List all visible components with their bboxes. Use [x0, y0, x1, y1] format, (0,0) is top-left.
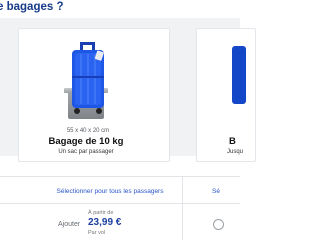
divider-second — [0, 203, 240, 204]
price-prefix: À partir de — [88, 210, 114, 216]
divider — [0, 176, 240, 177]
price-unit: Par vol — [88, 230, 106, 236]
select-radio[interactable] — [213, 219, 224, 230]
price: 23,99 € — [88, 217, 122, 228]
select-all-passengers-link[interactable]: Sélectionner pour tous les passagers — [40, 187, 180, 197]
baggage-subtitle-second: Jusqu — [227, 149, 244, 155]
baggage-title-second: B — [229, 136, 236, 147]
baggage-title: Bagage de 10 kg — [48, 136, 124, 147]
large-baggage-icon — [232, 46, 246, 104]
vertical-divider — [182, 177, 183, 240]
baggage-dimensions: 55 x 40 x 20 cm — [66, 128, 110, 134]
suitcase-icon — [70, 40, 106, 116]
baggage-subtitle: Un sac par passager — [58, 149, 114, 155]
add-button[interactable]: Ajouter — [58, 220, 82, 230]
select-all-passengers-link-second[interactable]: Sé — [212, 187, 252, 197]
page-title: de bagages ? — [0, 1, 64, 13]
